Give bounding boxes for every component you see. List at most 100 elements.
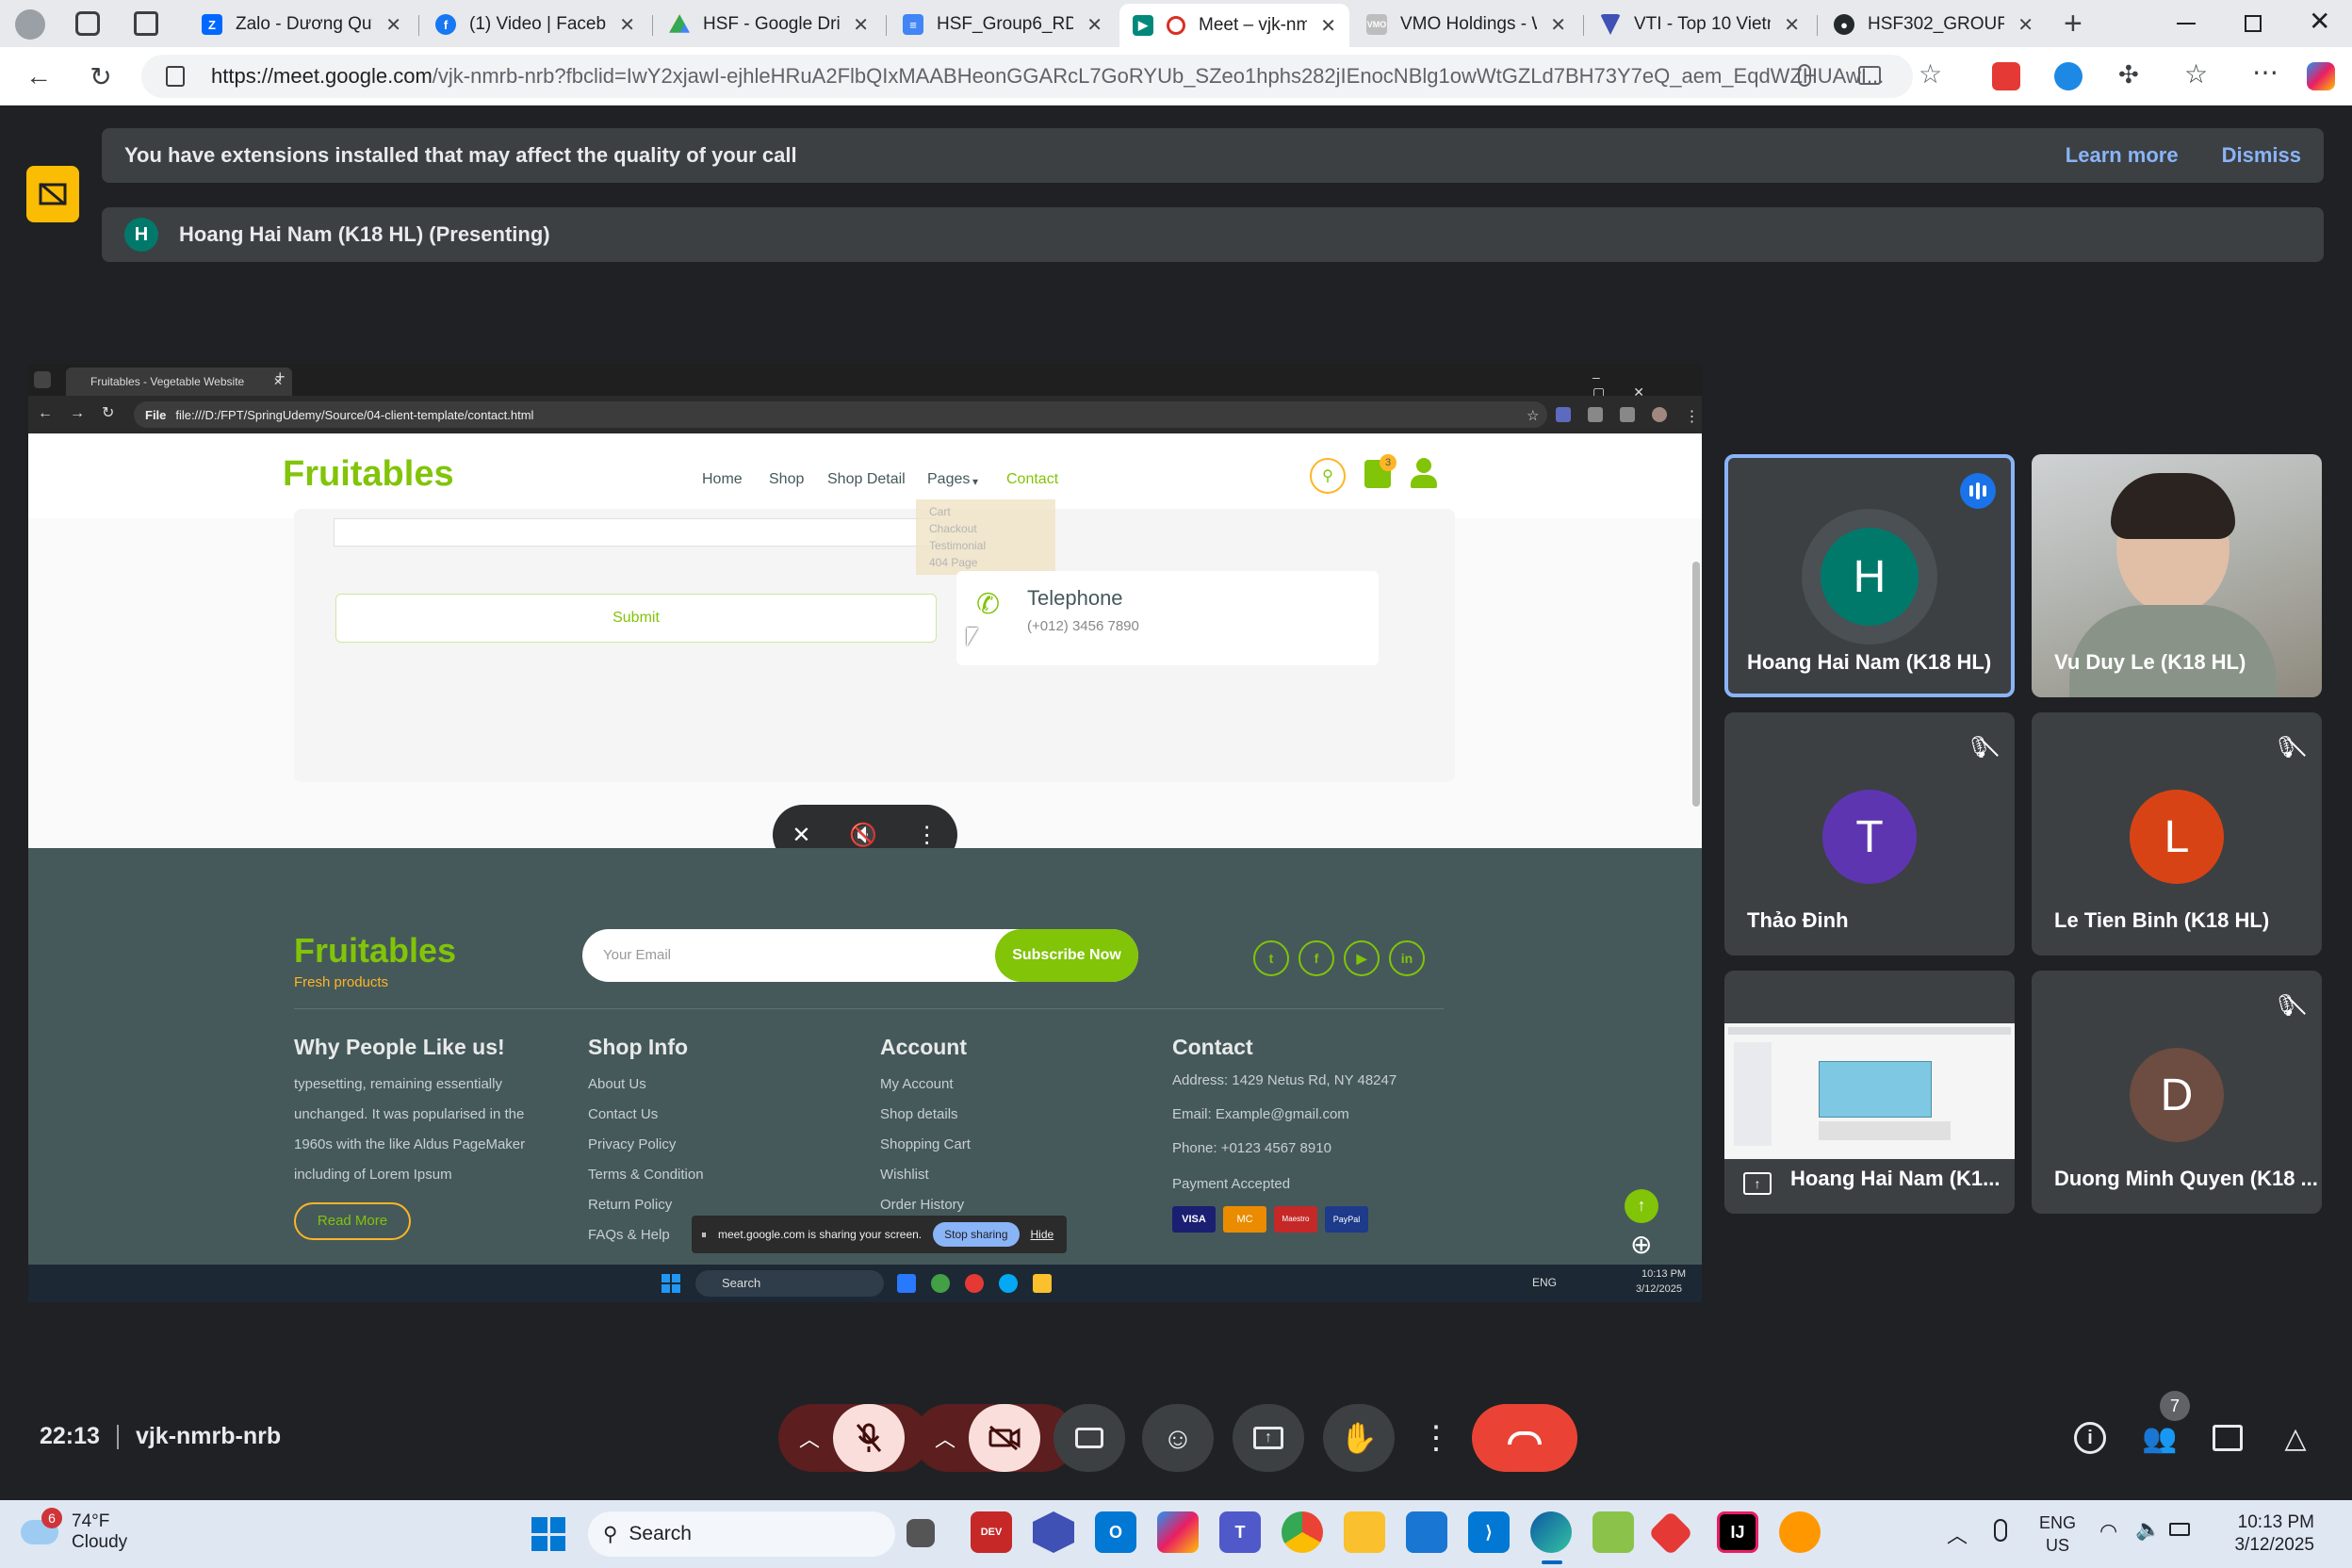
wifi-icon[interactable]: ◠ — [2099, 1519, 2117, 1544]
tab-zalo[interactable]: Z Zalo - Dương Quyề ✕ — [188, 6, 415, 43]
favorites-icon[interactable]: ☆ — [2184, 58, 2208, 90]
extensions-puzzle-icon[interactable]: ✣ — [2118, 60, 2139, 90]
cast-icon[interactable] — [1858, 66, 1881, 85]
app-orange-icon[interactable] — [1779, 1511, 1821, 1553]
tab-title: (1) Video | Faceboo — [469, 14, 607, 34]
leave-call-button[interactable] — [1472, 1404, 1577, 1472]
file-explorer-icon[interactable] — [1344, 1511, 1385, 1553]
url-field[interactable]: https://meet.google.com/vjk-nmrb-nrb?fbc… — [141, 55, 1913, 98]
sharing-message: meet.google.com is sharing your screen. — [718, 1228, 923, 1241]
site-footer: Fruitables Fresh products Your Email Sub… — [28, 848, 1702, 1265]
microphone-toggle-button[interactable] — [833, 1404, 905, 1472]
edge-icon[interactable] — [1530, 1511, 1572, 1553]
tab-github[interactable]: ● HSF302_GROUP6/s ✕ — [1821, 6, 2047, 43]
new-tab-icon[interactable]: + — [2064, 6, 2082, 42]
app-hexagon-icon[interactable] — [1033, 1511, 1074, 1553]
git-icon[interactable] — [1647, 1510, 1694, 1557]
close-tab-icon[interactable]: ✕ — [853, 13, 869, 37]
tab-actions-icon[interactable] — [134, 11, 158, 36]
extension-blue-icon[interactable] — [2054, 62, 2082, 90]
url-host: https://meet.google.com — [211, 64, 433, 88]
shared-screen: Fruitables - Vegetable Website ✕ + –▢✕ ←… — [28, 364, 1702, 1302]
battery-icon[interactable] — [2169, 1523, 2190, 1536]
shop-link: About Us — [588, 1076, 646, 1092]
learn-more-link[interactable]: Learn more — [2066, 143, 2179, 168]
meeting-details-button[interactable]: i — [2071, 1419, 2109, 1457]
close-tab-icon[interactable]: ✕ — [1086, 13, 1102, 37]
participant-tile[interactable]: H Hoang Hai Nam (K18 HL) — [1724, 454, 2015, 697]
more-menu-icon[interactable]: ⋯ — [2252, 57, 2278, 88]
telephone-value: (+012) 3456 7890 — [1027, 618, 1139, 634]
back-icon[interactable]: ← — [21, 58, 57, 94]
windows-start-icon[interactable] — [531, 1517, 565, 1551]
dismiss-button[interactable]: Dismiss — [2222, 143, 2301, 168]
tab-title: Zalo - Dương Quyề — [236, 14, 372, 34]
weather-widget[interactable]: 74°F Cloudy — [21, 1511, 127, 1553]
shared-taskbar: Search ENG 10:13 PM 3/12/2025 — [28, 1265, 1702, 1302]
language-indicator[interactable]: ENG US — [2039, 1511, 2076, 1557]
close-tab-icon[interactable]: ✕ — [1550, 13, 1566, 37]
tab-vmo[interactable]: VMO VMO Holdings - W ✕ — [1353, 6, 1579, 43]
reactions-button[interactable]: ☺ — [1142, 1404, 1214, 1472]
close-tab-icon[interactable]: ✕ — [2017, 13, 2034, 37]
chrome-icon[interactable] — [1282, 1511, 1323, 1553]
close-window-icon[interactable]: ✕ — [2309, 6, 2330, 37]
tab-vti[interactable]: VTI - Top 10 Vietna ✕ — [1587, 6, 1813, 43]
camera-toggle-button[interactable] — [969, 1404, 1040, 1472]
task-view-icon[interactable] — [906, 1519, 935, 1547]
favorite-star-icon[interactable]: ☆ — [1919, 58, 1942, 90]
facebook-icon: f — [1298, 940, 1334, 976]
taskbar-search[interactable]: ⚲ Search — [588, 1511, 895, 1557]
participant-tile[interactable]: D 🎙 Duong Minh Quyen (K18 ... — [2032, 971, 2322, 1214]
participant-tile[interactable]: L 🎙 Le Tien Binh (K18 HL) — [2032, 712, 2322, 956]
site-info-icon[interactable] — [166, 66, 185, 87]
vscode-icon[interactable]: ⟩ — [1468, 1511, 1510, 1553]
recording-status-badge[interactable] — [26, 166, 79, 222]
account-link: Wishlist — [880, 1167, 929, 1183]
extension-red-icon[interactable] — [1992, 62, 2020, 90]
tab-google-meet[interactable]: ▶ Meet – vjk-nm ✕ — [1119, 4, 1349, 47]
people-button[interactable]: 👥 — [2141, 1419, 2179, 1457]
tab-google-drive[interactable]: HSF - Google Drive ✕ — [656, 6, 882, 43]
volume-icon[interactable]: 🔈 — [2135, 1517, 2161, 1542]
restore-icon[interactable] — [2245, 15, 2262, 32]
profile-icon[interactable] — [15, 9, 45, 40]
shared-taskbar-lang: ENG — [1532, 1276, 1558, 1289]
outlook-icon[interactable]: O — [1095, 1511, 1136, 1553]
copilot-icon[interactable] — [2307, 62, 2335, 90]
microphone-tray-icon[interactable] — [1994, 1519, 2007, 1542]
system-clock[interactable]: 10:13 PM 3/12/2025 — [2211, 1511, 2314, 1557]
close-tab-icon[interactable]: ✕ — [1320, 14, 1336, 38]
workspaces-icon[interactable] — [75, 11, 100, 36]
present-now-button[interactable]: ↑ — [1233, 1404, 1304, 1472]
close-tab-icon[interactable]: ✕ — [619, 13, 635, 37]
toolbar-icons: ☆ ⋮ — [1527, 407, 1700, 425]
intellij-icon[interactable]: IJ — [1717, 1511, 1758, 1553]
tab-facebook[interactable]: f (1) Video | Faceboo ✕ — [422, 6, 648, 43]
show-hidden-icons[interactable]: ︿ — [1947, 1519, 1968, 1549]
participant-tile-video[interactable]: Vu Duy Le (K18 HL) — [2032, 454, 2322, 697]
captions-button[interactable] — [1054, 1404, 1125, 1472]
tab-google-docs[interactable]: ≡ HSF_Group6_RDS_C ✕ — [890, 6, 1116, 43]
app-green-icon[interactable] — [1592, 1511, 1634, 1553]
tab-title: HSF_Group6_RDS_C — [937, 14, 1074, 34]
drive-icon — [669, 14, 690, 33]
close-tab-icon[interactable]: ✕ — [1784, 13, 1800, 37]
cart-count-badge: 3 — [1380, 454, 1396, 471]
raise-hand-button[interactable]: ✋ — [1323, 1404, 1395, 1472]
devcpp-icon[interactable]: DEV — [971, 1511, 1012, 1553]
participant-tile[interactable]: T 🎙 Thảo Đinh — [1724, 712, 2015, 956]
teams-icon[interactable]: T — [1219, 1511, 1261, 1553]
store-icon[interactable] — [1406, 1511, 1447, 1553]
more-options-button[interactable]: ⋮ — [1413, 1404, 1459, 1472]
twitter-icon: t — [1253, 940, 1289, 976]
copilot-app-icon[interactable] — [1157, 1511, 1199, 1553]
microphone-icon[interactable] — [1798, 64, 1811, 87]
minimize-icon[interactable] — [2177, 23, 2196, 24]
presentation-tile[interactable]: ↑ Hoang Hai Nam (K1... — [1724, 971, 2015, 1214]
reload-icon[interactable]: ↻ — [83, 58, 119, 94]
close-tab-icon[interactable]: ✕ — [385, 13, 401, 37]
participant-avatar: T — [1822, 790, 1917, 884]
chat-button[interactable] — [2209, 1419, 2246, 1457]
activities-button[interactable]: △ — [2277, 1419, 2314, 1457]
